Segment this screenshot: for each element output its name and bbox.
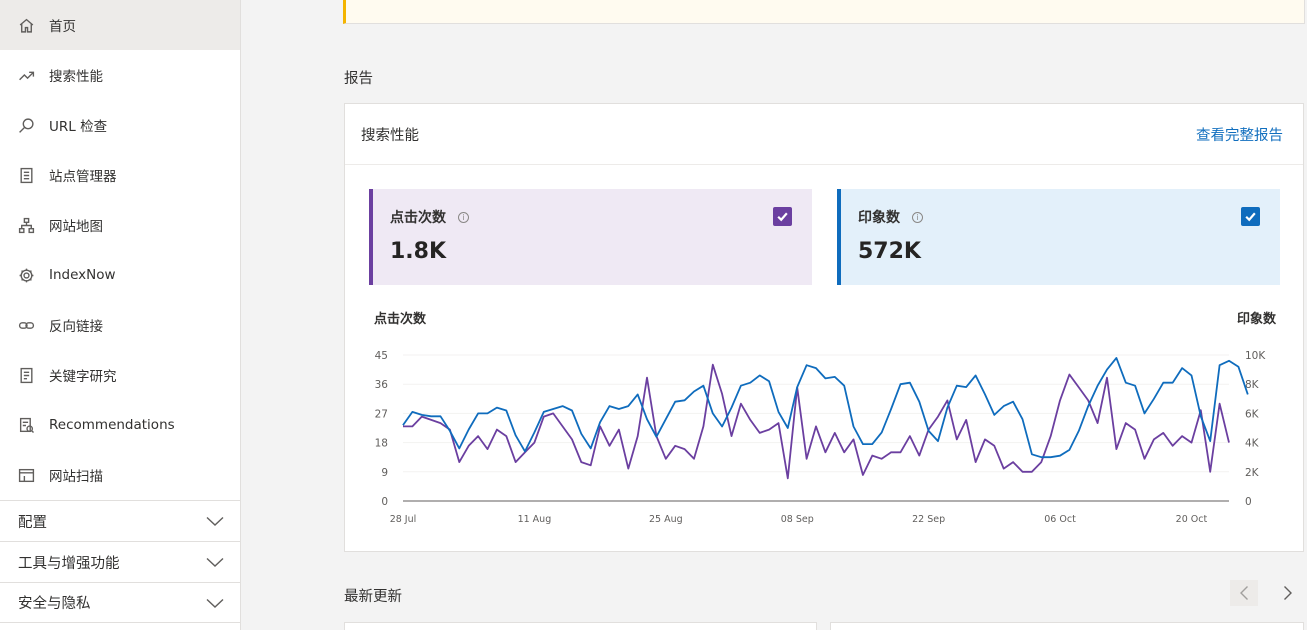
sidebar-item-label: 关键字研究: [49, 369, 117, 385]
sidebar-item-sitemaps[interactable]: 网站地图: [0, 200, 240, 250]
next-button[interactable]: [1274, 580, 1302, 606]
info-icon[interactable]: i: [458, 211, 469, 223]
search-performance-chart: 点击次数 印象数 45 36 27 18 9 0 10K 8K 6K 4K 2K 0 28 Jul 1…: [374, 311, 1277, 525]
sidebar-item-home[interactable]: 首页: [0, 0, 240, 50]
sidebar-section-configuration[interactable]: 配置: [0, 500, 240, 541]
right-axis-title: 印象数: [1237, 311, 1277, 327]
document-icon: [17, 366, 35, 384]
x-tick-label: 20 Oct: [1176, 514, 1208, 525]
sidebar-item-indexnow[interactable]: IndexNow: [0, 250, 240, 300]
view-full-report-link[interactable]: 查看完整报告: [1196, 124, 1283, 145]
scan-icon: [17, 466, 35, 484]
y-right-tick-label: 0: [1245, 496, 1252, 508]
left-axis-title: 点击次数: [374, 311, 427, 327]
search-icon: [17, 116, 35, 134]
sidebar-item-site-scan[interactable]: 网站扫描: [0, 450, 240, 500]
sidebar-section-label: 配置: [18, 514, 47, 531]
gear-icon: [17, 266, 35, 284]
update-card: [344, 622, 817, 630]
x-tick-label: 08 Sep: [781, 514, 814, 525]
impressions-metric-tile[interactable]: 印象数 i 572K: [837, 189, 1280, 285]
sidebar-item-label: Recommendations: [49, 417, 175, 433]
list-icon: [17, 166, 35, 184]
y-left-tick-label: 18: [375, 438, 388, 450]
clicks-metric-label: 点击次数: [390, 210, 446, 226]
clicks-metric-tile[interactable]: 点击次数 i 1.8K: [369, 189, 812, 285]
sidebar-section-label: 安全与隐私: [18, 596, 91, 612]
sidebar-item-recommendations[interactable]: Recommendations: [0, 400, 240, 450]
sidebar-item-label: 搜索性能: [49, 69, 103, 85]
x-tick-label: 28 Jul: [390, 514, 417, 525]
x-tick-label: 11 Aug: [518, 514, 552, 525]
impressions-metric-label-row: 印象数 i: [858, 207, 1264, 227]
y-left-tick-label: 27: [375, 408, 388, 420]
chevron-down-icon: [206, 598, 224, 608]
chevron-down-icon: [206, 557, 224, 567]
x-tick-label: 22 Sep: [912, 514, 945, 525]
chevron-right-icon: [1284, 586, 1292, 600]
x-tick-label: 06 Oct: [1044, 514, 1076, 525]
clicks-checkbox[interactable]: [773, 207, 792, 226]
search-performance-card: 搜索性能 查看完整报告 点击次数 i 1.8K 印象数 i 572K 点击次数 …: [344, 103, 1304, 552]
home-icon: [17, 16, 35, 34]
impressions-metric-value: 572K: [858, 239, 921, 264]
chevron-left-icon: [1240, 586, 1248, 600]
trend-icon: [17, 66, 35, 84]
sidebar: 首页 搜索性能 URL 检查 站点管理器 网站地图 IndexNow 反向链接 …: [0, 0, 241, 630]
sidebar-item-label: URL 检查: [49, 119, 108, 135]
sidebar-item-label: 站点管理器: [49, 169, 117, 185]
y-left-tick-label: 0: [381, 496, 388, 508]
info-icon[interactable]: i: [912, 211, 923, 223]
previous-button[interactable]: [1230, 580, 1258, 606]
latest-updates-title: 最新更新: [344, 589, 402, 605]
clicks-series-line: [403, 363, 1230, 480]
y-right-tick-label: 6K: [1245, 408, 1260, 420]
recommendation-icon: [17, 416, 35, 434]
sitemap-icon: [17, 216, 35, 234]
checkmark-icon: [777, 212, 788, 222]
reports-section-title: 报告: [344, 71, 373, 87]
y-left-tick-label: 36: [375, 379, 389, 391]
notification-banner: [343, 0, 1305, 24]
y-left-tick-label: 45: [375, 350, 388, 362]
chevron-down-icon: [206, 516, 224, 526]
link-icon: [17, 316, 35, 334]
impressions-series-line: [402, 356, 1249, 459]
x-tick-label: 25 Aug: [649, 514, 683, 525]
y-right-tick-label: 2K: [1245, 467, 1260, 479]
clicks-metric-value: 1.8K: [390, 239, 447, 264]
card-title: 搜索性能: [361, 127, 419, 144]
clicks-metric-label-row: 点击次数 i: [390, 207, 796, 227]
checkmark-icon: [1245, 212, 1256, 222]
card-header: 搜索性能 查看完整报告: [345, 104, 1303, 165]
y-right-tick-label: 4K: [1245, 438, 1260, 450]
sidebar-item-label: 网站地图: [49, 219, 103, 235]
sidebar-item-keyword-research[interactable]: 关键字研究: [0, 350, 240, 400]
impressions-checkbox[interactable]: [1241, 207, 1260, 226]
y-right-tick-label: 10K: [1245, 350, 1266, 362]
sidebar-item-label: 反向链接: [49, 319, 103, 335]
sidebar-item-label: 首页: [49, 19, 76, 35]
sidebar-item-url-inspection[interactable]: URL 检查: [0, 100, 240, 150]
sidebar-section-label: 工具与增强功能: [18, 555, 120, 572]
impressions-metric-label: 印象数: [858, 210, 900, 226]
sidebar-section-tools[interactable]: 工具与增强功能: [0, 541, 240, 582]
sidebar-item-backlinks[interactable]: 反向链接: [0, 300, 240, 350]
y-right-tick-label: 8K: [1245, 379, 1260, 391]
sidebar-item-label: 网站扫描: [49, 469, 103, 485]
sidebar-item-search-performance[interactable]: 搜索性能: [0, 50, 240, 100]
sidebar-section-security[interactable]: 安全与隐私: [0, 582, 240, 623]
update-card: [830, 622, 1304, 630]
sidebar-item-label: IndexNow: [49, 267, 116, 283]
y-left-tick-label: 9: [381, 467, 388, 479]
sidebar-item-site-explorer[interactable]: 站点管理器: [0, 150, 240, 200]
